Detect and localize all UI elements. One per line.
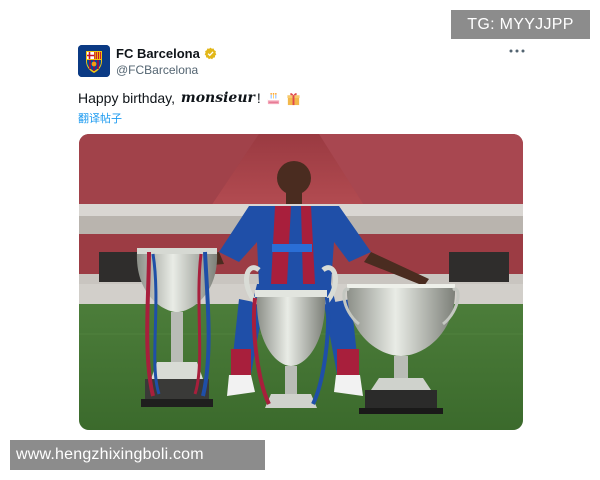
tweet-media-photo[interactable] bbox=[79, 134, 523, 430]
watermark-bottom: www.hengzhixingboli.com bbox=[10, 440, 265, 470]
wrapped-gift-icon bbox=[287, 92, 300, 105]
display-name[interactable]: FC Barcelona bbox=[116, 46, 217, 61]
fc-barcelona-crest-icon bbox=[78, 45, 110, 77]
tweet-text-emphasis: monsieur bbox=[180, 90, 255, 106]
photo-player-with-trophies bbox=[79, 134, 523, 430]
more-horizontal-icon bbox=[509, 49, 525, 53]
display-name-label: FC Barcelona bbox=[116, 46, 200, 61]
tweet-text-end: ! bbox=[256, 90, 261, 106]
translate-post-link[interactable]: 翻译帖子 bbox=[78, 110, 122, 126]
tweet-text: Happy birthday, monsieur ! bbox=[78, 90, 301, 106]
user-handle[interactable]: @FCBarcelona bbox=[116, 63, 198, 77]
watermark-top: TG: MYYJJPP bbox=[451, 10, 590, 39]
avatar[interactable] bbox=[78, 45, 110, 77]
verified-badge-icon bbox=[204, 47, 217, 60]
more-options-button[interactable] bbox=[508, 44, 526, 58]
tweet-text-start: Happy birthday, bbox=[78, 90, 179, 106]
birthday-cake-icon bbox=[267, 92, 279, 104]
